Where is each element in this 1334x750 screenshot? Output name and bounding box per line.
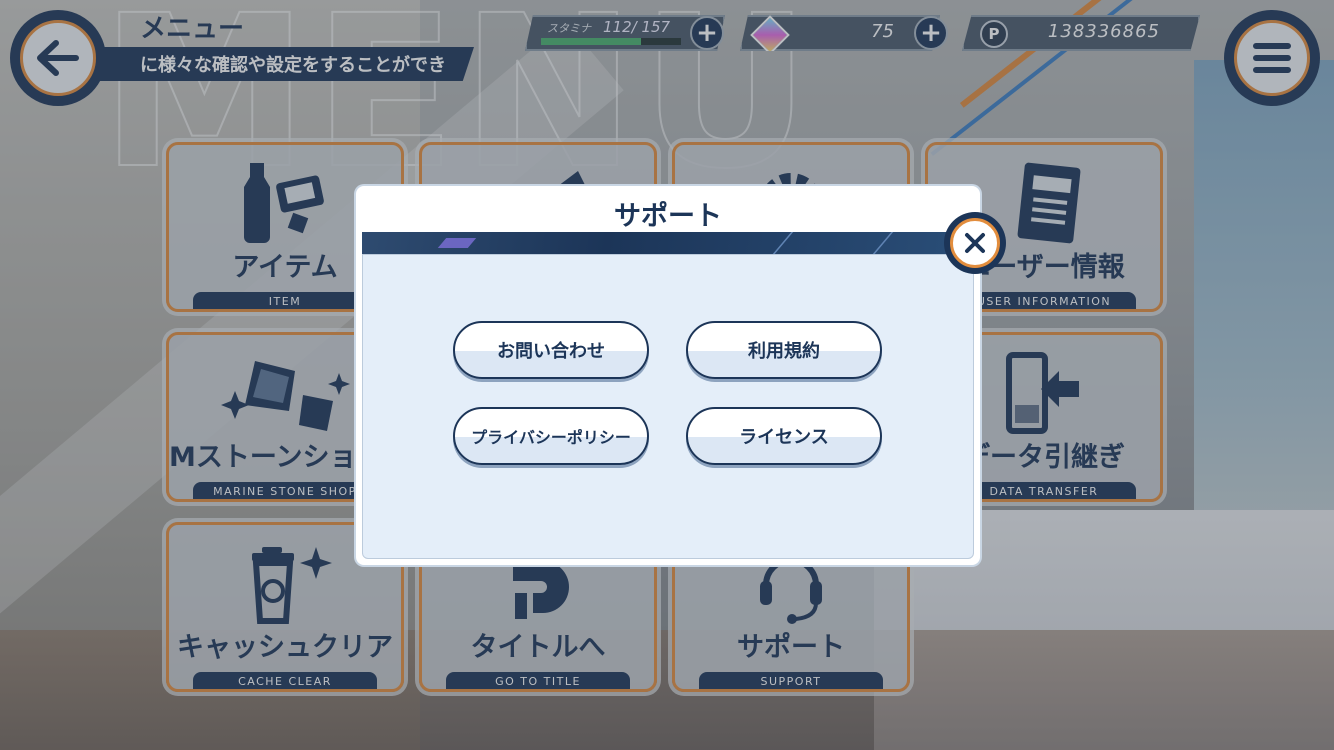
dialog-title: サポート <box>614 201 722 232</box>
contact-button[interactable]: お問い合わせ <box>453 321 649 379</box>
dialog-title-band <box>362 232 974 254</box>
close-icon <box>965 233 985 253</box>
terms-of-service-button[interactable]: 利用規約 <box>686 321 882 379</box>
close-dialog-button[interactable] <box>944 212 1006 274</box>
license-button[interactable]: ライセンス <box>686 407 882 465</box>
dialog-body: お問い合わせ 利用規約 プライバシーポリシー ライセンス <box>362 254 974 559</box>
support-dialog: サポート お問い合わせ 利用規約 プライバシーポリシー ライセンス <box>356 186 980 565</box>
privacy-policy-button[interactable]: プライバシーポリシー <box>453 407 649 465</box>
